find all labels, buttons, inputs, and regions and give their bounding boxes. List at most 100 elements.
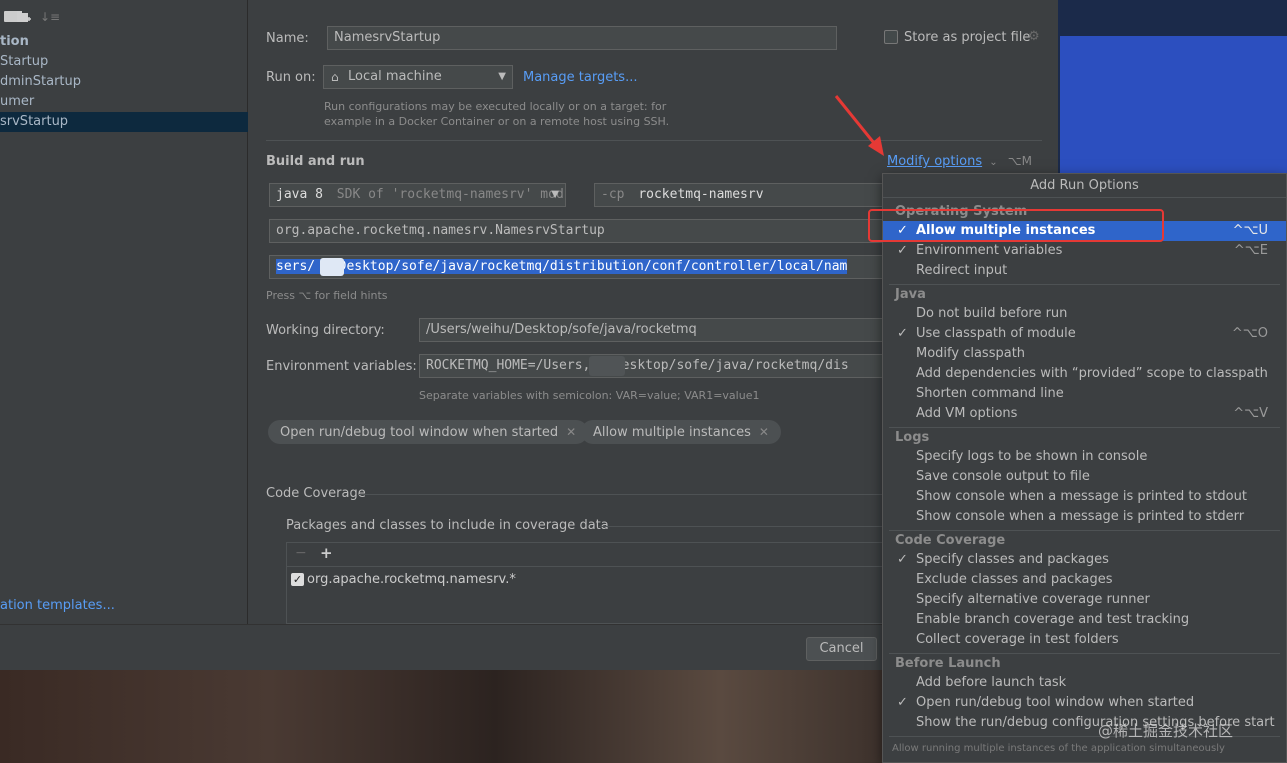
option-label: Enable branch coverage and test tracking: [916, 612, 1190, 627]
gear-icon[interactable]: ⚙: [1028, 29, 1040, 44]
jdk-value: java 8: [276, 187, 323, 202]
option-redirect-input[interactable]: Redirect input: [883, 261, 1286, 281]
jdk-hint: SDK of 'rocketmq-namesrv' mod: [336, 187, 564, 202]
option-collect-test-folders[interactable]: Collect coverage in test folders: [883, 630, 1286, 650]
chevron-down-icon: ▼: [498, 71, 506, 82]
option-label: Add VM options: [916, 406, 1018, 421]
remove-icon[interactable]: −: [295, 545, 307, 561]
working-directory-input[interactable]: /Users/weihu/Desktop/sofe/java/rocketmq: [419, 318, 894, 342]
sidebar-item-label: srvStartup: [0, 114, 69, 129]
option-show-console-stdout[interactable]: Show console when a message is printed t…: [883, 487, 1286, 507]
option-specify-classes[interactable]: ✓ Specify classes and packages: [883, 550, 1286, 570]
option-shortcut: ^⌥U: [1232, 223, 1268, 238]
redacted-username: [320, 258, 344, 276]
option-open-tool-window[interactable]: ✓ Open run/debug tool window when started: [883, 693, 1286, 713]
sidebar-item-label: umer: [0, 94, 35, 109]
sidebar-item-label: tion: [0, 34, 29, 49]
option-label: Environment variables: [916, 243, 1063, 258]
option-label: Use classpath of module: [916, 326, 1076, 341]
sidebar-item-application[interactable]: tion: [0, 32, 248, 52]
run-on-label: Run on:: [266, 70, 316, 85]
sidebar-item-label: dminStartup: [0, 74, 82, 89]
divider: [889, 427, 1280, 428]
option-label: Specify classes and packages: [916, 552, 1109, 567]
option-label: Add dependencies with “provided” scope t…: [916, 366, 1268, 381]
group-before-launch: Before Launch: [895, 656, 1001, 671]
desktop-bottom-image: [0, 670, 900, 763]
option-environment-variables[interactable]: ✓ Environment variables ^⌥E: [883, 241, 1286, 261]
run-on-select[interactable]: ⌂ Local machine ▼: [323, 65, 513, 89]
option-label: Modify classpath: [916, 346, 1026, 361]
option-exclude-classes[interactable]: Exclude classes and packages: [883, 570, 1286, 590]
run-on-value: Local machine: [348, 69, 442, 84]
field-hints-text: Press ⌥ for field hints: [266, 289, 388, 302]
chip-open-tool-window[interactable]: Open run/debug tool window when started ✕: [268, 420, 589, 444]
option-use-classpath[interactable]: ✓ Use classpath of module ^⌥O: [883, 324, 1286, 344]
coverage-package-item[interactable]: org.apache.rocketmq.namesrv.*: [307, 572, 516, 587]
add-icon[interactable]: +: [320, 544, 333, 562]
option-do-not-build[interactable]: Do not build before run: [883, 304, 1286, 324]
program-arguments-input[interactable]: sers/ /Desktop/sofe/java/rocketmq/distri…: [269, 255, 894, 279]
sidebar-item-admin-startup[interactable]: dminStartup: [0, 72, 248, 92]
option-specify-logs[interactable]: Specify logs to be shown in console: [883, 447, 1286, 467]
divider: [889, 284, 1280, 285]
option-branch-coverage[interactable]: Enable branch coverage and test tracking: [883, 610, 1286, 630]
redacted-username: [589, 356, 625, 376]
option-label: Show console when a message is printed t…: [916, 509, 1245, 524]
sidebar-item-namesrv-startup[interactable]: srvStartup: [0, 112, 248, 132]
check-icon: ✓: [897, 552, 908, 567]
add-run-options-popup: Add Run Options Operating System ✓ Allow …: [882, 173, 1287, 763]
option-label: Exclude classes and packages: [916, 572, 1113, 587]
cp-value: rocketmq-namesrv: [638, 187, 764, 202]
popup-title: Add Run Options: [883, 174, 1286, 198]
option-save-console-output[interactable]: Save console output to file: [883, 467, 1286, 487]
modify-options-label: Modify options: [887, 154, 983, 169]
option-add-before-launch[interactable]: Add before launch task: [883, 673, 1286, 693]
group-code-coverage: Code Coverage: [895, 533, 1006, 548]
option-label: Collect coverage in test folders: [916, 632, 1119, 647]
group-java: Java: [895, 287, 926, 302]
option-shortcut: ^⌥O: [1231, 326, 1268, 341]
group-logs: Logs: [895, 430, 930, 445]
option-add-provided-dependencies[interactable]: Add dependencies with “provided” scope t…: [883, 364, 1286, 384]
modify-options-button[interactable]: Modify options ⌄ ⌥M: [887, 154, 1032, 169]
cp-prefix: -cp: [601, 187, 625, 202]
option-label: Open run/debug tool window when started: [916, 695, 1195, 710]
option-label: Redirect input: [916, 263, 1008, 278]
close-icon[interactable]: ✕: [759, 425, 769, 439]
store-project-checkbox[interactable]: [884, 30, 898, 44]
option-label: Show console when a message is printed t…: [916, 489, 1247, 504]
name-label: Name:: [266, 31, 309, 46]
package-checkbox[interactable]: ✓: [291, 573, 304, 586]
new-folder-icon[interactable]: [16, 10, 32, 24]
option-shortcut: ^⌥V: [1233, 406, 1268, 421]
option-show-console-stderr[interactable]: Show console when a message is printed t…: [883, 507, 1286, 527]
option-shorten-command-line[interactable]: Shorten command line: [883, 384, 1286, 404]
program-arguments-value: sers/ /Desktop/sofe/java/rocketmq/distri…: [276, 259, 848, 274]
jdk-select[interactable]: java 8 SDK of 'rocketmq-namesrv' mod ▼: [269, 183, 566, 207]
chevron-down-icon: ▼: [551, 189, 559, 200]
code-coverage-title: Code Coverage: [266, 486, 366, 501]
classpath-module-select[interactable]: -cp rocketmq-namesrv: [594, 183, 894, 207]
option-shortcut: ^⌥E: [1233, 243, 1268, 258]
cancel-button[interactable]: Cancel: [806, 637, 877, 661]
option-alternative-runner[interactable]: Specify alternative coverage runner: [883, 590, 1286, 610]
chip-allow-multiple-instances[interactable]: Allow multiple instances ✕: [581, 420, 781, 444]
desktop-wallpaper-image: [1060, 36, 1287, 176]
store-project-label: Store as project file: [904, 30, 1031, 45]
sidebar-item-startup[interactable]: Startup: [0, 52, 248, 72]
sort-icon[interactable]: ↓≡: [40, 10, 60, 24]
check-icon: ✓: [897, 695, 908, 710]
divider: [889, 530, 1280, 531]
close-icon[interactable]: ✕: [566, 425, 576, 439]
name-input[interactable]: NamesrvStartup: [327, 26, 837, 50]
run-on-hint-line-1: Run configurations may be executed local…: [324, 100, 667, 113]
main-class-input[interactable]: org.apache.rocketmq.namesrv.NamesrvStart…: [269, 219, 894, 243]
popup-footer-hint: Allow running multiple instances of the …: [892, 743, 1225, 754]
sidebar-item-consumer[interactable]: umer: [0, 92, 248, 112]
manage-targets-link[interactable]: Manage targets...: [523, 70, 637, 85]
option-add-vm-options[interactable]: Add VM options ^⌥V: [883, 404, 1286, 424]
environment-variables-input[interactable]: ROCKETMQ_HOME=/Users, /Desktop/sofe/java…: [419, 354, 894, 378]
edit-templates-link[interactable]: ation templates...: [0, 598, 115, 613]
option-modify-classpath[interactable]: Modify classpath: [883, 344, 1286, 364]
